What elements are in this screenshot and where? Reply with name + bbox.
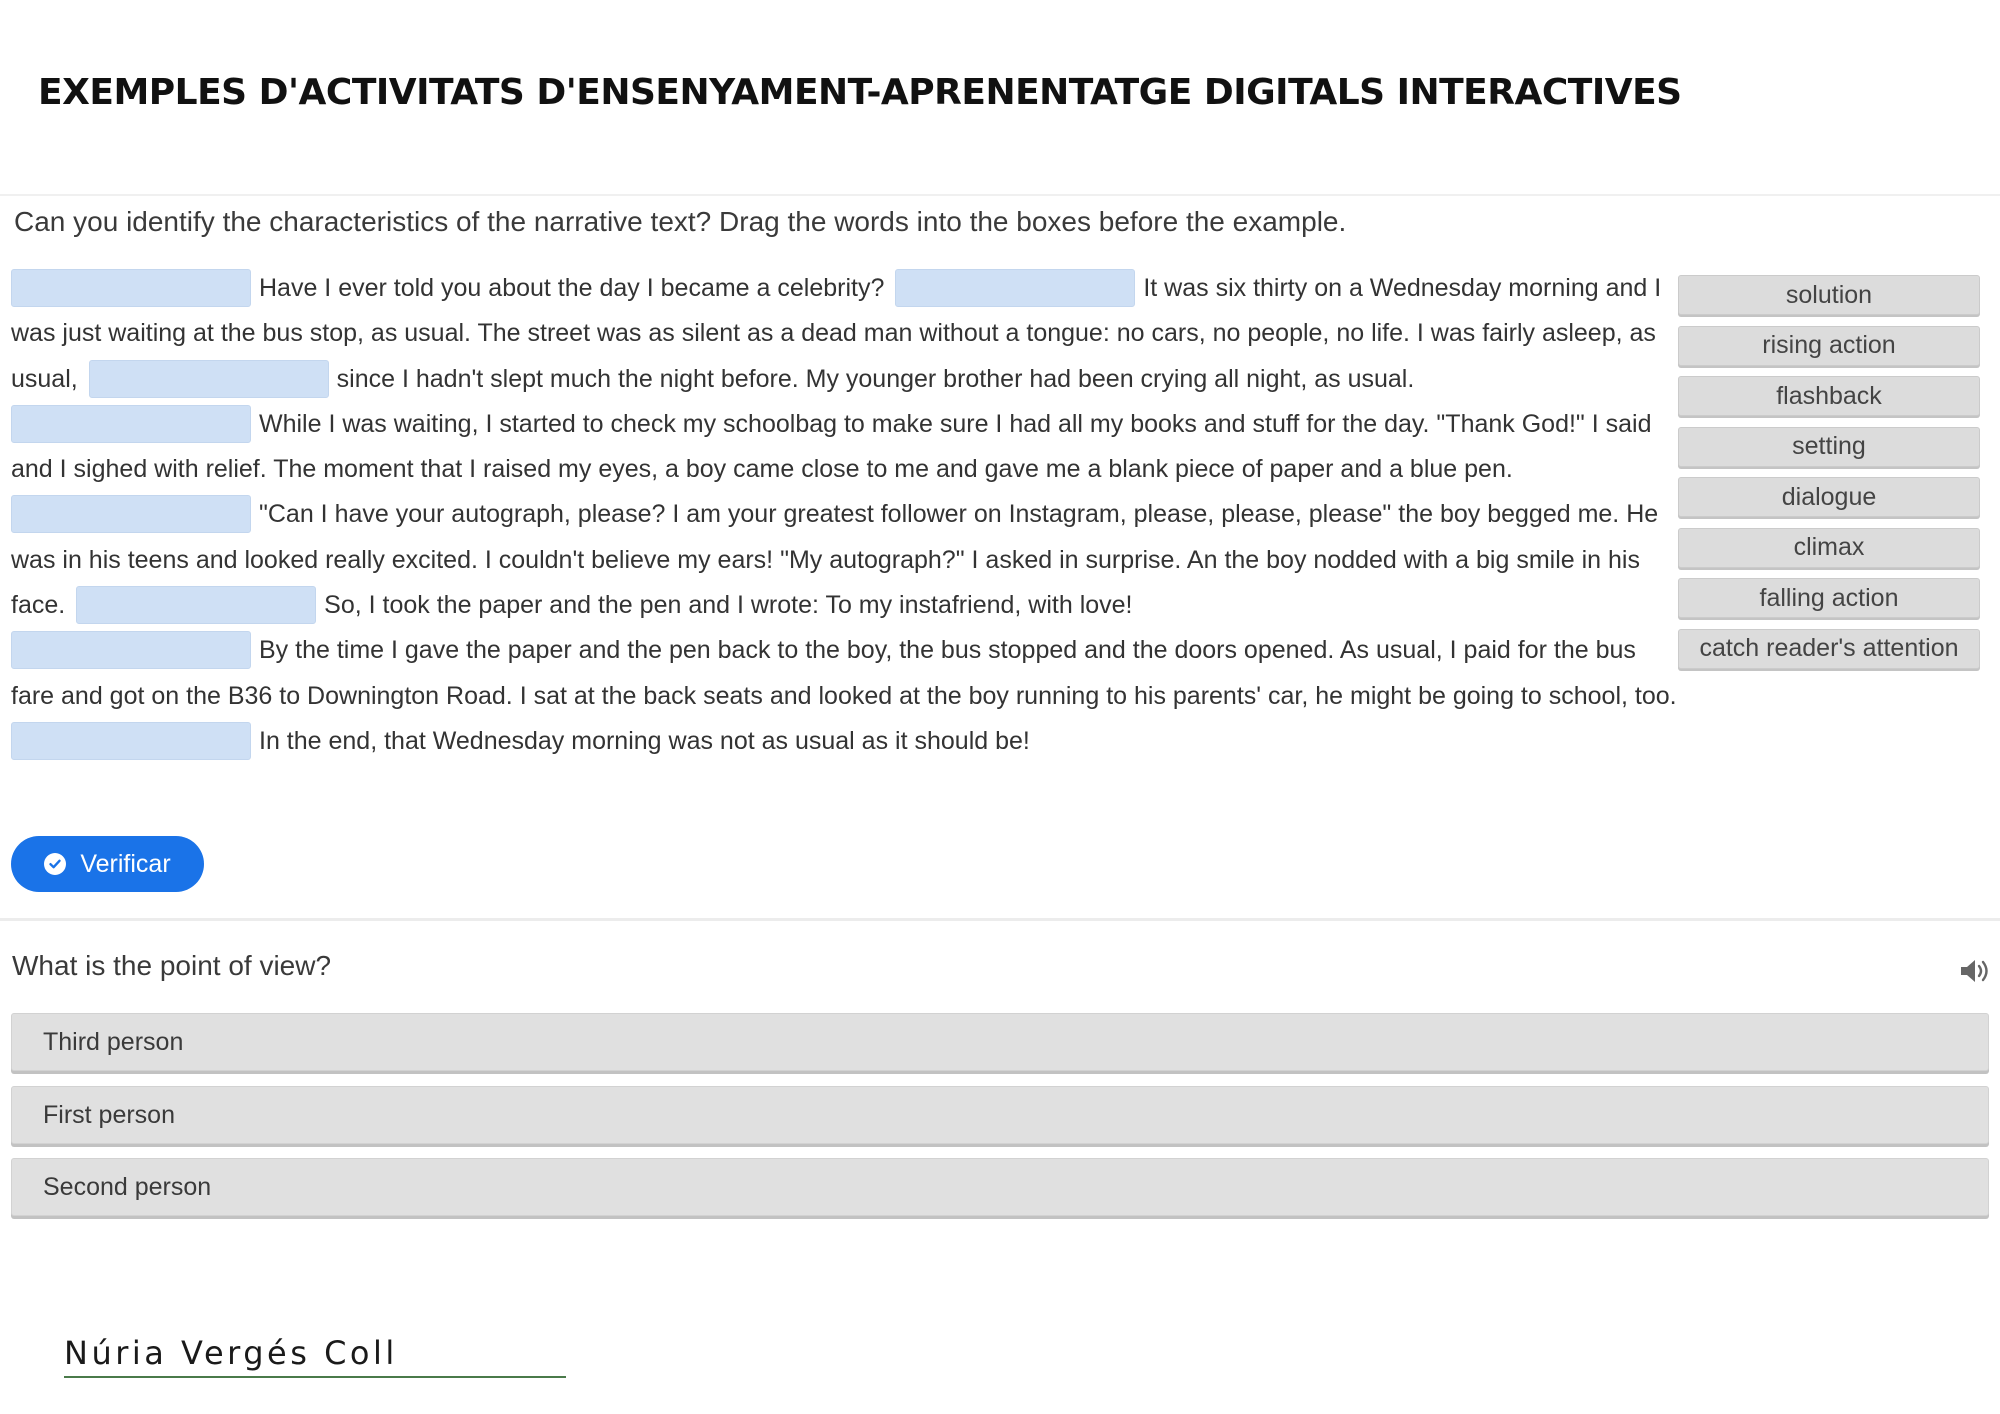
draggable-word-flashback[interactable]: flashback [1678,376,1980,416]
page-title: EXEMPLES D'ACTIVITATS D'ENSENYAMENT-APRE… [38,72,1682,113]
drop-zone-6[interactable] [76,586,317,625]
author-underline [64,1376,566,1378]
story-text: Have I ever told you about the day I bec… [11,266,1681,764]
draggable-word-climax[interactable]: climax [1678,527,1980,568]
story-segment: So, I took the paper and the pen and I w… [324,591,1133,620]
drop-zone-8[interactable] [11,721,251,760]
draggable-word-catch-readers-attention[interactable]: catch reader's attention [1678,628,1980,669]
author-name: Núria Vergés Coll [64,1334,398,1372]
draggable-word-solution[interactable]: solution [1678,275,1980,315]
draggable-word-setting[interactable]: setting [1678,426,1980,467]
drop-zone-4[interactable] [11,404,251,443]
quiz-question: What is the point of view? [12,950,332,981]
verify-label: Verificar [80,849,171,878]
option-label: Second person [43,1172,212,1201]
divider [0,918,2000,921]
story-segment: While I was waiting, I started to check … [11,409,1652,484]
story-segment: In the end, that Wednesday morning was n… [259,726,1030,755]
draggable-word-rising-action[interactable]: rising action [1678,325,1980,366]
drop-zone-1[interactable] [11,269,251,307]
option-label: First person [43,1100,175,1129]
drop-zone-5[interactable] [11,495,251,534]
answer-option-third-person[interactable]: Third person [11,1013,1989,1071]
option-label: Third person [43,1027,184,1056]
verify-button[interactable]: Verificar [11,836,204,892]
word-bank: solution rising action flashback setting… [1678,275,1980,679]
draggable-word-falling-action[interactable]: falling action [1678,578,1980,618]
activity-instructions: Can you identify the characteristics of … [14,206,1347,237]
speaker-icon[interactable] [1958,956,1994,986]
story-segment: since I hadn't slept much the night befo… [336,364,1415,393]
drop-zone-2[interactable] [895,269,1136,307]
divider [0,194,2000,196]
story-segment: Have I ever told you about the day I bec… [259,274,885,302]
story-segment: By the time I gave the paper and the pen… [11,636,1677,710]
answer-option-first-person[interactable]: First person [11,1086,1989,1144]
answer-option-second-person[interactable]: Second person [11,1158,1989,1216]
drop-zone-3[interactable] [88,359,329,398]
drop-zone-7[interactable] [11,631,251,670]
check-circle-icon [44,853,67,875]
draggable-word-dialogue[interactable]: dialogue [1678,477,1980,517]
